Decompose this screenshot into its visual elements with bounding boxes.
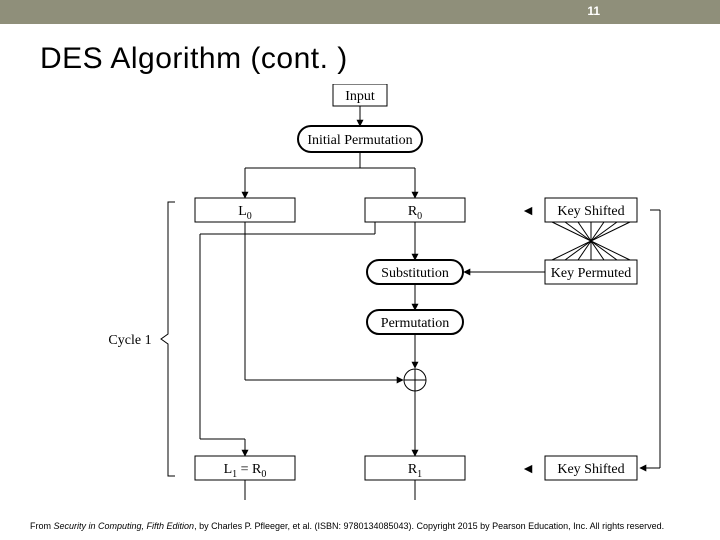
arrow-left-icon-2: ◄ (521, 462, 535, 477)
footer-credit: From Security in Computing, Fifth Editio… (30, 521, 690, 532)
footer-rest: , by Charles P. Pfleeger, et al. (ISBN: … (194, 521, 664, 531)
des-diagram: Input Initial Permutation L0 R0 Substitu… (40, 84, 680, 504)
input-label: Input (345, 89, 375, 104)
substitution-label: Substitution (381, 266, 449, 281)
arrow-left-icon: ◄ (521, 204, 535, 219)
cycle-label: Cycle 1 (108, 333, 151, 348)
footer-prefix: From (30, 521, 54, 531)
key-crisscross (552, 222, 630, 260)
initial-perm-label: Initial Permutation (307, 133, 412, 148)
permutation-label: Permutation (381, 316, 449, 331)
key-permuted-label: Key Permuted (551, 266, 631, 281)
key-shifted-top-label: Key Shifted (557, 204, 624, 219)
key-shifted-bottom-label: Key Shifted (557, 462, 624, 477)
bracket-icon (161, 202, 175, 476)
page-title: DES Algorithm (cont. ) (40, 42, 720, 76)
page-number: 11 (587, 4, 600, 18)
footer-book: Security in Computing, Fifth Edition (54, 521, 195, 531)
header-bar: 11 (0, 0, 720, 24)
